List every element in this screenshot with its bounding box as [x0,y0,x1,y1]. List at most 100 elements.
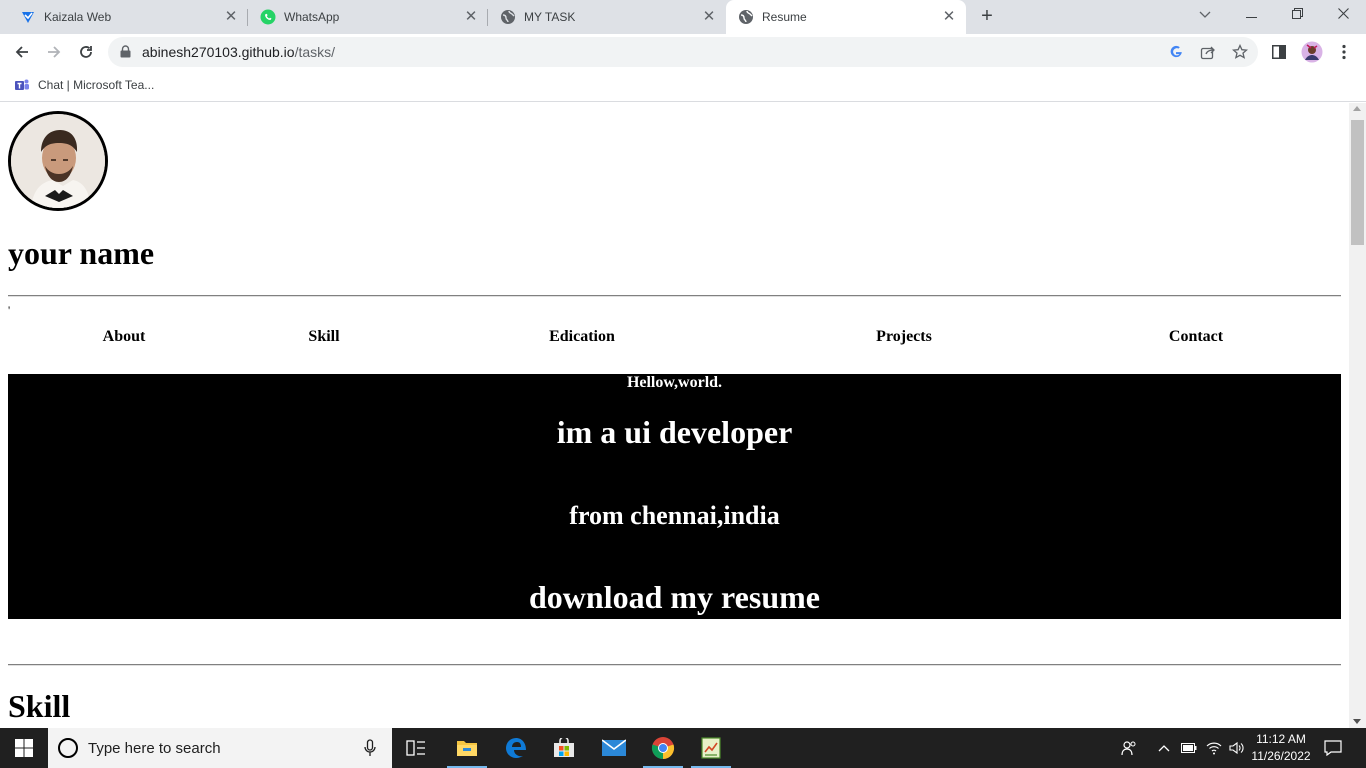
taskbar-search-box[interactable]: Type here to search [48,728,392,768]
browser-toolbar: abinesh270103.github.io/tasks/ [0,34,1366,70]
taskbar-chrome[interactable] [639,728,687,768]
profile-avatar[interactable] [1301,41,1323,63]
hero-banner: Hellow,world. im a ui developer from che… [8,374,1341,619]
url-text: abinesh270103.github.io/tasks/ [142,44,335,60]
bookmarks-bar: Chat | Microsoft Tea... [0,70,1366,102]
tab-strip: Kaizala Web ✕ WhatsApp ✕ MY TASK ✕ Resum… [0,0,1366,34]
windows-taskbar: Type here to search 11:12 AM 11/26/2022 [0,728,1366,768]
edge-icon [506,738,526,758]
mail-icon [602,739,626,756]
close-icon [1337,8,1349,19]
clock-date: 11/26/2022 [1251,749,1311,763]
reload-button[interactable] [74,40,98,64]
chevron-down-icon [1199,11,1211,18]
arrow-right-icon [48,46,61,58]
show-hidden-icons-chevron-up-icon[interactable] [1155,740,1173,756]
close-icon[interactable]: ✕ [462,8,480,26]
battery-icon[interactable] [1180,740,1198,756]
chrome-icon [651,737,675,760]
cortana-icon [58,738,78,758]
bookmark-label: Chat | Microsoft Tea... [38,78,155,92]
minimize-button[interactable] [1228,0,1274,30]
whatsapp-icon [260,9,276,25]
nav-about[interactable]: About [103,328,146,346]
windows-logo-icon [15,739,33,757]
task-view-icon [406,740,425,756]
stray-text: ' [8,303,11,317]
clock-time: 11:12 AM [1256,732,1306,746]
arrow-left-icon [15,46,28,58]
profile-photo [8,111,108,211]
side-panel-icon[interactable] [1270,43,1288,61]
kaizala-icon [22,12,34,23]
reload-icon [80,46,92,58]
nav-skill[interactable]: Skill [308,328,339,346]
task-view-button[interactable] [392,728,440,768]
taskbar-file-explorer[interactable] [443,728,491,768]
taskbar-mail[interactable] [590,728,638,768]
notifications-icon[interactable] [1323,740,1343,756]
hero-role: im a ui developer [556,414,793,450]
sheets-icon [701,737,721,759]
wifi-icon[interactable] [1205,740,1223,756]
restore-button[interactable] [1274,0,1320,30]
scroll-down-arrow-icon[interactable] [1353,719,1361,724]
menu-icon[interactable] [1335,43,1353,61]
profile-photo-image [11,114,105,208]
globe-icon [739,10,753,24]
globe-icon [501,10,515,24]
nav-projects[interactable]: Projects [876,328,932,346]
file-explorer-icon [457,741,477,756]
hero-location: from chennai,india [569,501,780,530]
taskbar-store[interactable] [540,728,588,768]
close-icon[interactable]: ✕ [700,8,718,26]
tab-title: WhatsApp [284,10,340,24]
url-path: /tasks/ [294,44,336,60]
taskbar-clock[interactable]: 11:12 AM 11/26/2022 [1246,731,1316,765]
start-button[interactable] [0,728,48,768]
close-window-button[interactable] [1320,0,1366,30]
tab-whatsapp[interactable]: WhatsApp ✕ [248,0,488,34]
hero-greeting: Hellow,world. [626,374,723,391]
share-icon[interactable] [1199,43,1217,61]
tab-title: MY TASK [524,10,576,24]
teams-icon [15,79,29,90]
tab-my-task[interactable]: MY TASK ✕ [488,0,726,34]
forward-button[interactable] [42,40,66,64]
taskbar-sheets-app[interactable] [687,728,735,768]
scrollbar-thumb[interactable] [1351,120,1364,245]
close-icon[interactable]: ✕ [222,8,240,26]
tab-title: Resume [762,10,807,24]
nav-education[interactable]: Edication [549,328,615,346]
tab-resume[interactable]: Resume ✕ [726,0,966,34]
bookmark-teams-chat[interactable]: Chat | Microsoft Tea... [14,77,154,93]
new-tab-button[interactable]: + [976,6,998,28]
profile-avatar-icon [1301,41,1323,63]
section-heading-skill: Skill [8,688,71,724]
page-title: your name [8,235,155,271]
close-icon[interactable]: ✕ [940,8,958,26]
divider [8,664,1341,666]
tab-title: Kaizala Web [44,10,112,24]
google-lens-icon[interactable] [1167,43,1185,61]
download-resume-link[interactable]: download my resume [8,579,1341,616]
divider [8,295,1341,297]
page-content: your name ' About Skill Edication Projec… [0,103,1349,728]
store-icon [554,738,574,757]
minimize-icon [1245,17,1257,18]
taskbar-edge[interactable] [492,728,540,768]
lock-icon[interactable] [120,45,131,58]
address-bar[interactable]: abinesh270103.github.io/tasks/ [108,37,1258,67]
tab-kaizala-web[interactable]: Kaizala Web ✕ [8,0,248,34]
restore-icon [1291,8,1303,19]
nav-contact[interactable]: Contact [1169,328,1223,346]
scroll-up-arrow-icon[interactable] [1353,106,1361,111]
url-host: abinesh270103.github.io [142,44,295,60]
people-icon[interactable] [1120,740,1138,756]
microphone-icon[interactable] [364,739,376,757]
bookmark-star-icon[interactable] [1231,43,1249,61]
volume-icon[interactable] [1228,740,1246,756]
tab-search-button[interactable] [1182,0,1228,30]
vertical-scrollbar[interactable] [1349,103,1366,728]
back-button[interactable] [10,40,34,64]
